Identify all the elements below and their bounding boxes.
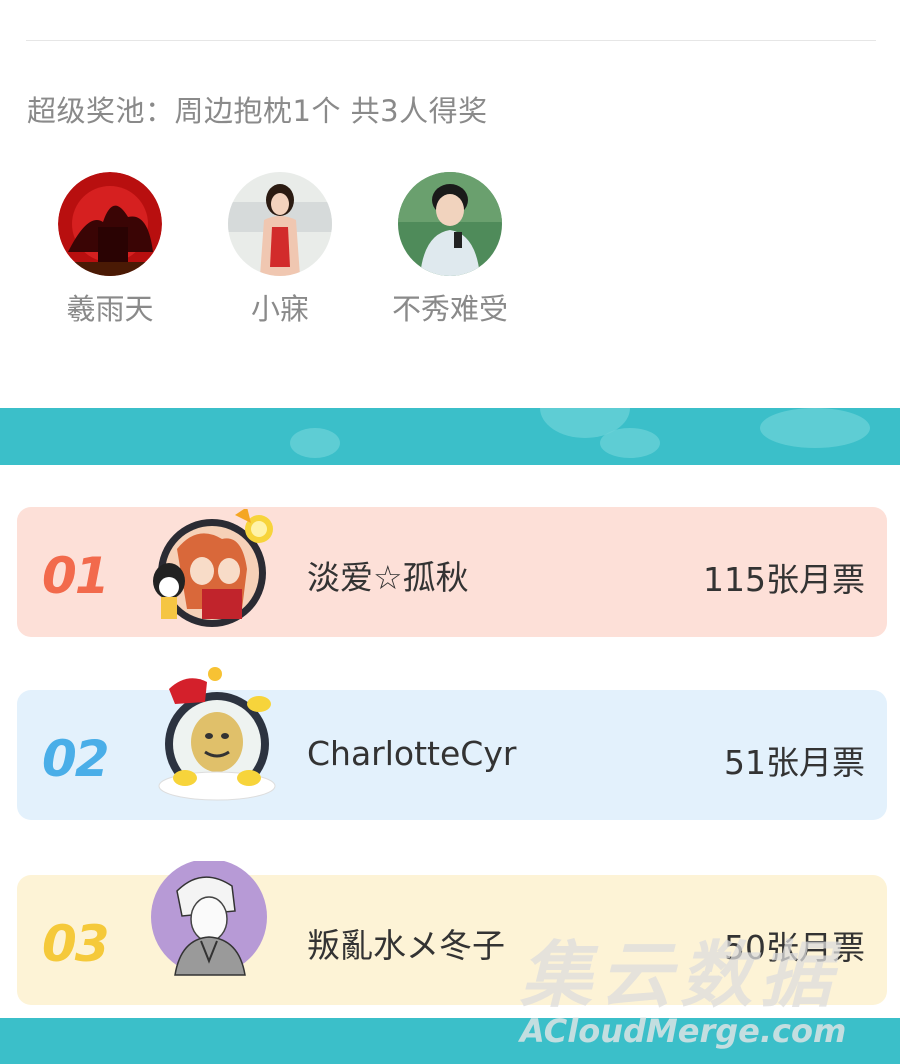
avatar[interactable]: [228, 172, 332, 276]
rank-number: 02: [42, 730, 110, 788]
avatar[interactable]: [58, 172, 162, 276]
avatar[interactable]: [147, 667, 277, 818]
watermark-url: ACloudMerge.com: [520, 1012, 847, 1050]
winner-item[interactable]: 小寐: [190, 172, 370, 328]
user-name: CharlotteCyr: [307, 734, 517, 773]
prize-pool-title: 超级奖池：周边抱枕1个 共3人得奖: [27, 94, 488, 128]
user-name: 淡爱☆孤秋: [307, 558, 469, 597]
watermark-logo: 集云数据: [520, 933, 841, 1017]
ranking-row-1[interactable]: 01 淡爱☆孤秋 115张月票: [17, 507, 887, 637]
rank-number: 01: [42, 547, 110, 605]
vote-count: 115张月票: [703, 560, 865, 599]
vote-count: 51张月票: [724, 743, 865, 782]
rank-number: 03: [42, 915, 110, 973]
avatar[interactable]: [147, 861, 277, 1003]
winner-name: 小寐: [250, 292, 309, 326]
avatar[interactable]: [398, 172, 502, 276]
ranking-row-2[interactable]: 02 CharlotteCyr 51张月票: [17, 667, 887, 820]
winner-item[interactable]: 羲雨天: [20, 172, 200, 328]
avatar[interactable]: [147, 507, 277, 635]
top-divider: [26, 40, 876, 41]
winner-name: 不秀难受: [391, 292, 508, 326]
user-name: 叛亂水メ冬子: [307, 926, 505, 965]
winner-name: 羲雨天: [66, 292, 154, 326]
winner-item[interactable]: 不秀难受: [360, 172, 540, 328]
